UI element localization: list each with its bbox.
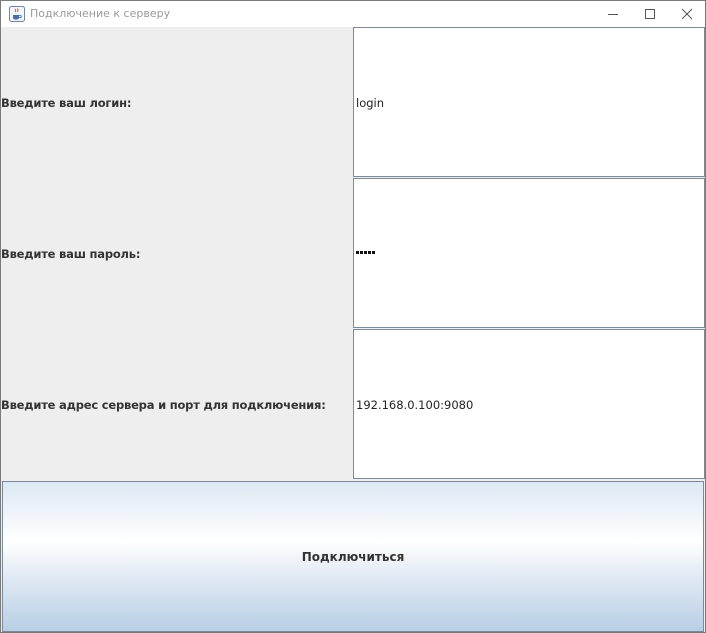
- password-dot: [368, 251, 371, 254]
- server-address-value: 192.168.0.100:9080: [356, 398, 474, 412]
- minimize-icon: [608, 14, 618, 15]
- password-label: Введите ваш пароль:: [1, 247, 141, 261]
- java-cup-icon: [9, 6, 25, 22]
- password-mask: [356, 251, 375, 254]
- password-dot: [360, 251, 363, 254]
- maximize-icon: [645, 9, 655, 19]
- server-address-label: Введите адрес сервера и порт для подключ…: [1, 398, 326, 412]
- connect-button[interactable]: Подключиться: [2, 481, 704, 632]
- login-input[interactable]: login: [353, 27, 705, 177]
- login-label: Введите ваш логин:: [1, 96, 132, 110]
- connect-button-label: Подключиться: [301, 549, 405, 564]
- close-button[interactable]: [668, 1, 705, 27]
- close-icon: [681, 8, 693, 20]
- window-title: Подключение к серверу: [30, 7, 171, 20]
- title-bar[interactable]: Подключение к серверу: [1, 1, 705, 27]
- password-dot: [364, 251, 367, 254]
- minimize-button[interactable]: [594, 1, 632, 27]
- login-value: login: [356, 96, 385, 110]
- server-address-input[interactable]: 192.168.0.100:9080: [353, 329, 705, 479]
- maximize-button[interactable]: [631, 1, 669, 27]
- password-dot: [372, 251, 375, 254]
- password-input[interactable]: [353, 178, 705, 328]
- connection-window: Подключение к серверу Введите ваш логин:…: [0, 0, 706, 633]
- password-dot: [356, 251, 359, 254]
